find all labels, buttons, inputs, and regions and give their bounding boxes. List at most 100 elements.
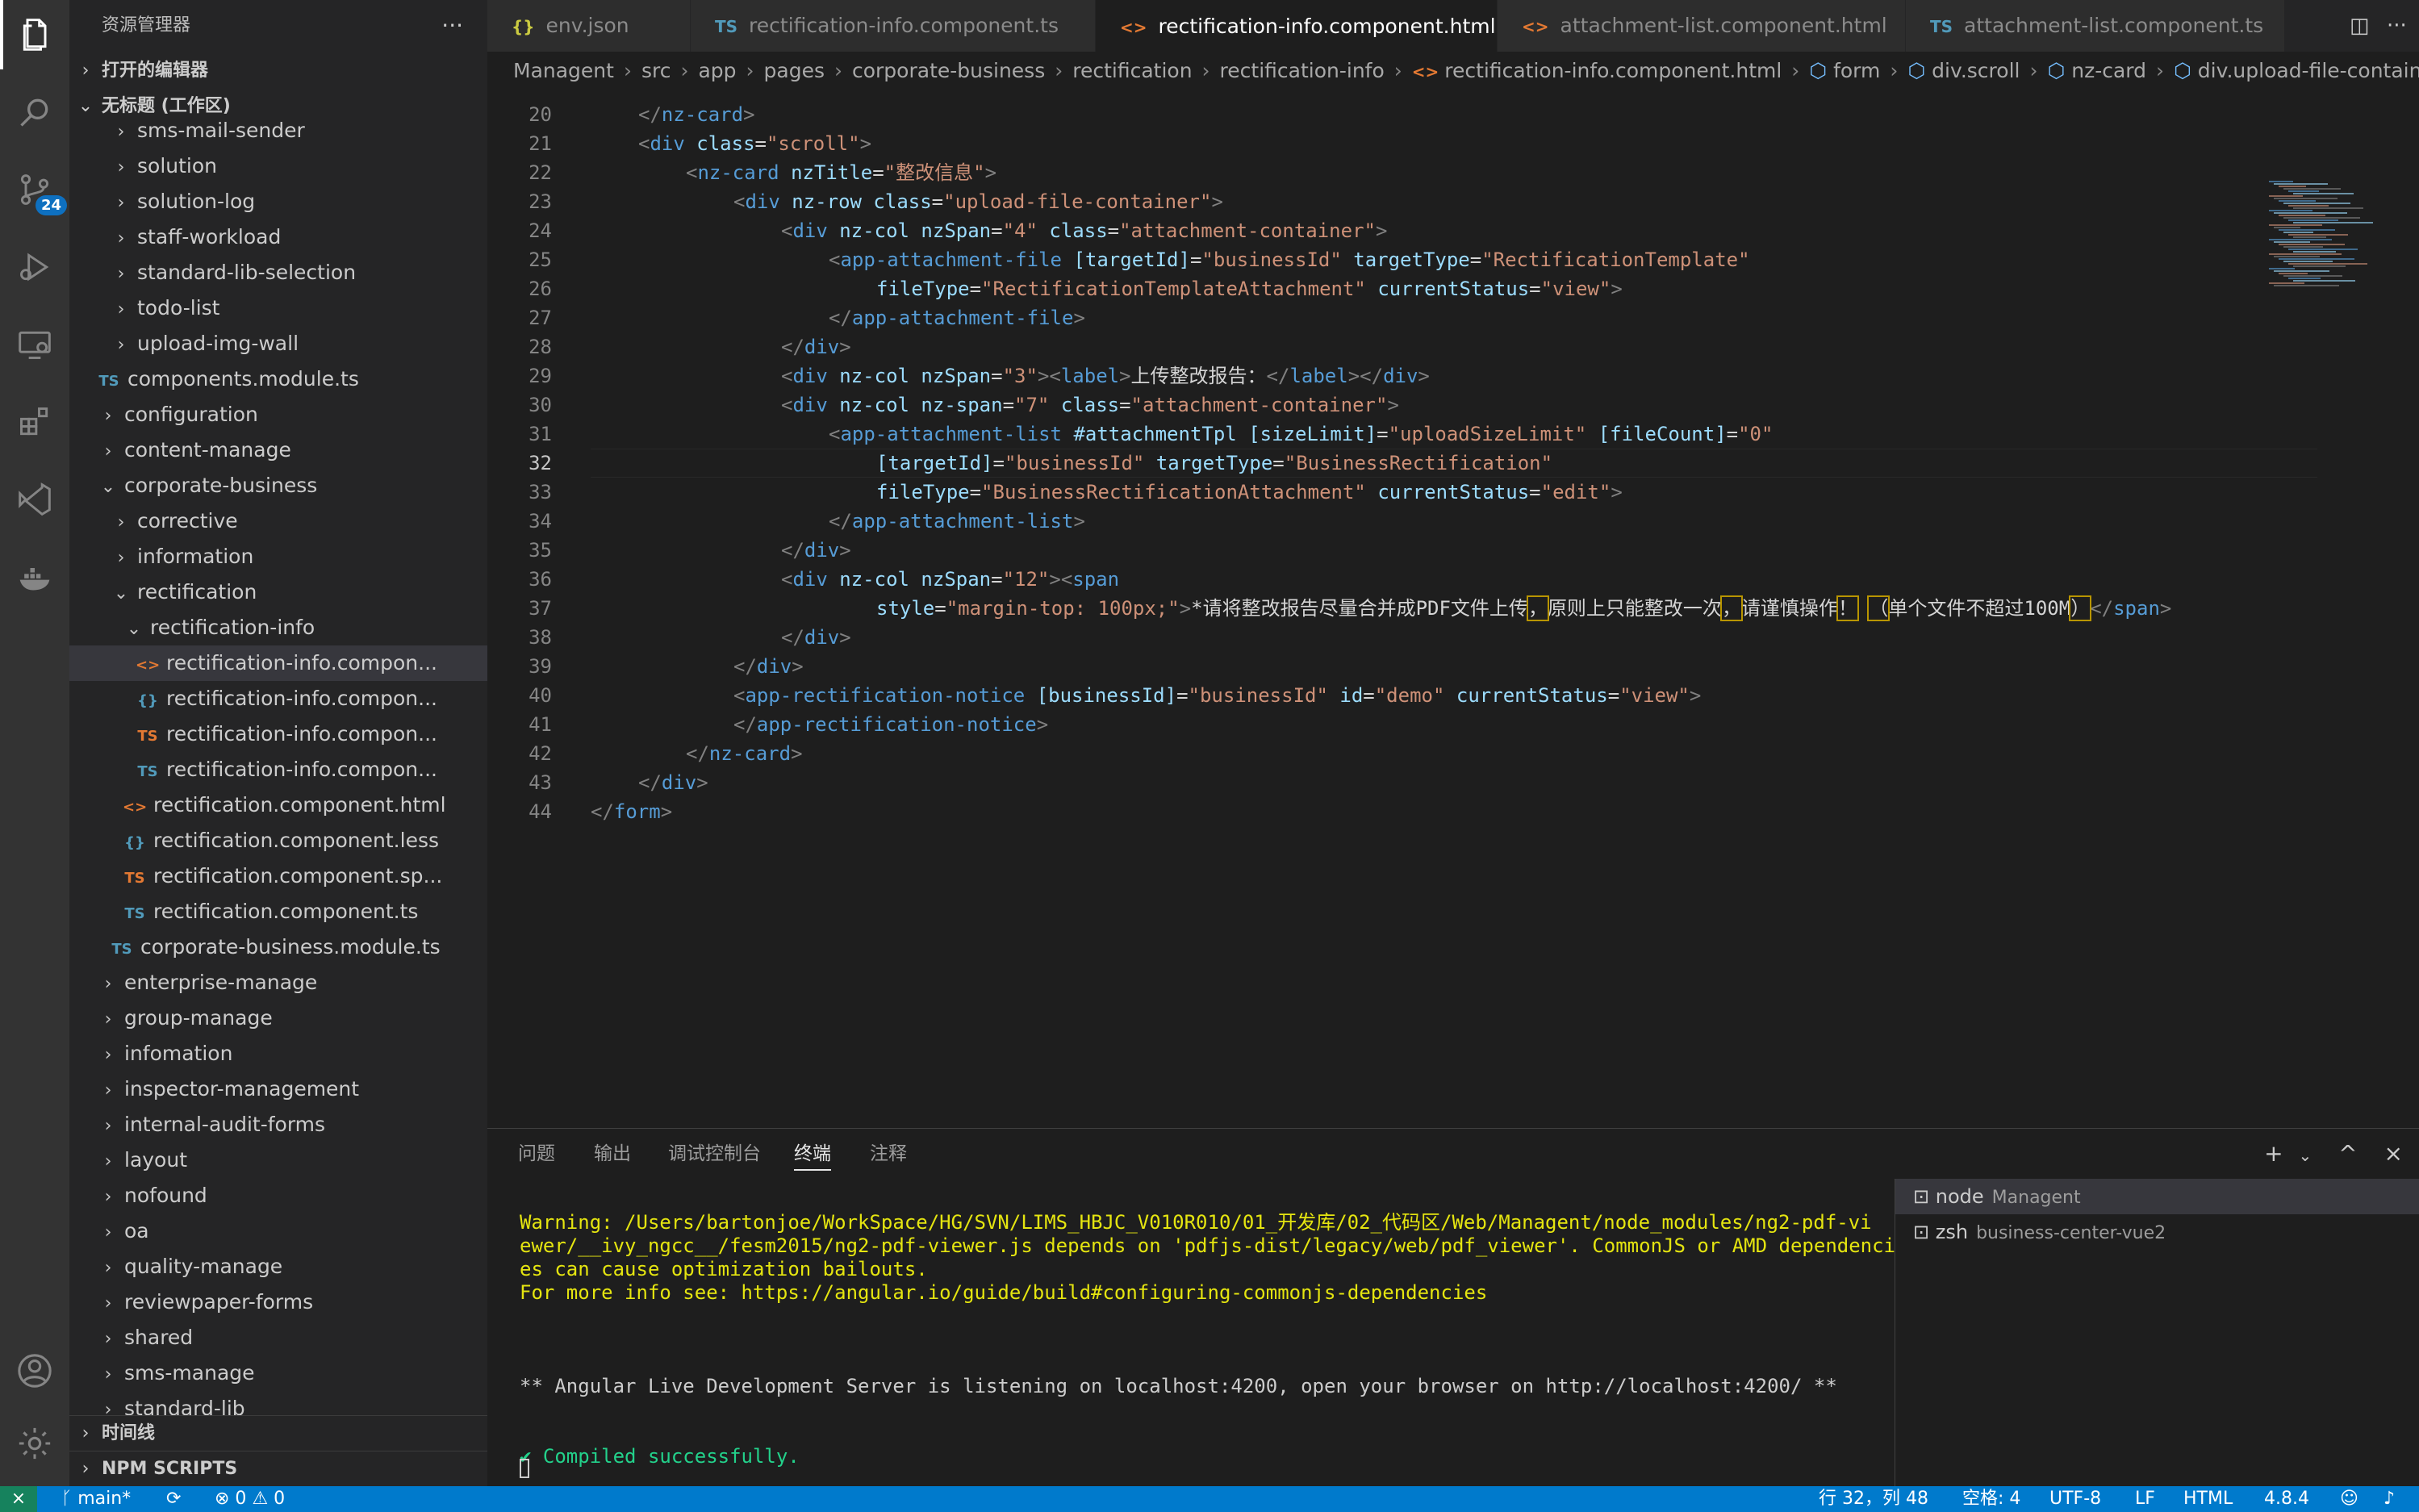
minimap[interactable] (2269, 181, 2374, 342)
sync-icon[interactable]: ⟳ (166, 1486, 181, 1512)
file-item[interactable]: TS corporate-business.module.ts (69, 929, 487, 965)
file-item[interactable]: {} rectification.component.less (69, 823, 487, 858)
folder-item[interactable]: › reviewpaper-forms (69, 1284, 487, 1320)
breadcrumb-item[interactable]: nz-card (2071, 59, 2146, 82)
folder-item[interactable]: › solution (69, 148, 487, 184)
extensions-activity[interactable] (0, 387, 69, 457)
terminal-icon: ⊡ (1913, 1221, 1936, 1243)
chevron-down-icon[interactable]: ⌄ (2298, 1146, 2312, 1165)
folder-item[interactable]: ⌄ rectification-info (69, 610, 487, 645)
breadcrumb-item[interactable]: rectification (1072, 59, 1192, 82)
file-item[interactable]: <> rectification.component.html (69, 787, 487, 823)
docker-activity[interactable] (0, 542, 69, 612)
run-debug-activity[interactable] (0, 232, 69, 302)
panel-tab[interactable]: 调试控制台 (668, 1129, 761, 1179)
ts-version[interactable]: 4.8.4 (2264, 1486, 2309, 1512)
folder-item[interactable]: ⌄ corporate-business (69, 468, 487, 503)
chevron-right-icon: › (117, 299, 125, 320)
more-actions-icon[interactable]: ··· (441, 0, 463, 52)
terminal-instance[interactable]: ⊡ node Managent (1895, 1179, 2419, 1214)
breadcrumb-item[interactable]: corporate-business (852, 59, 1045, 82)
folder-item[interactable]: › staff-workload (69, 219, 487, 255)
panel-tab[interactable]: 问题 (518, 1129, 555, 1179)
npm-scripts-section[interactable]: › NPM SCRIPTS (69, 1451, 487, 1486)
problems-indicator[interactable]: ⊗ 0 ⚠ 0 (215, 1486, 285, 1512)
remote-explorer-activity[interactable] (0, 310, 69, 379)
breadcrumb-item[interactable]: form (1833, 59, 1880, 82)
end-of-line[interactable]: LF (2135, 1486, 2155, 1512)
explorer-activity[interactable] (0, 0, 69, 69)
panel-tab[interactable]: 输出 (594, 1129, 631, 1179)
encoding[interactable]: UTF-8 (2049, 1486, 2101, 1512)
folder-item[interactable]: › layout (69, 1142, 487, 1178)
source-control-activity[interactable]: 24 (0, 155, 69, 224)
breadcrumb-item[interactable]: app (698, 59, 736, 82)
breadcrumb-item[interactable]: div.upload-file-containe (2198, 59, 2419, 82)
folder-item[interactable]: › upload-img-wall (69, 326, 487, 361)
folder-item[interactable]: › shared (69, 1320, 487, 1355)
folder-item[interactable]: › enterprise-manage (69, 965, 487, 1000)
close-panel-icon[interactable]: × (2384, 1140, 2403, 1167)
feedback-icon[interactable]: ☺ (2340, 1486, 2358, 1512)
branch-indicator[interactable]: ᚴ main* (61, 1486, 131, 1512)
notifications-icon[interactable]: ♪ (2383, 1486, 2395, 1512)
code-line: </div> (733, 655, 804, 678)
visual-studio-activity[interactable] (0, 465, 69, 534)
remote-indicator-icon[interactable]: × (0, 1486, 37, 1512)
folder-item[interactable]: › quality-manage (69, 1249, 487, 1284)
folder-item[interactable]: › todo-list (69, 290, 487, 326)
file-item[interactable]: TS rectification-info.compon... (69, 716, 487, 752)
breadcrumb-item[interactable]: pages (764, 59, 825, 82)
file-item[interactable]: <> rectification-info.compon... (69, 645, 487, 681)
folder-item[interactable]: › information (69, 539, 487, 574)
breadcrumb-item[interactable]: div.scroll (1932, 59, 2020, 82)
file-item[interactable]: TS rectification.component.sp... (69, 858, 487, 894)
new-terminal-icon[interactable]: + (2264, 1140, 2283, 1167)
folder-item[interactable]: › sms-mail-sender (69, 113, 487, 148)
breadcrumb-item[interactable]: rectification-info.component.html (1444, 59, 1782, 82)
folder-item[interactable]: › oa (69, 1213, 487, 1249)
split-editor-icon[interactable]: ◫ (2350, 0, 2370, 52)
folder-item[interactable]: › group-manage (69, 1000, 487, 1036)
folder-item[interactable]: › sms-manage (69, 1355, 487, 1391)
open-editors-section[interactable]: › 打开的编辑器 (69, 53, 487, 89)
editor-actions: ◫ ··· (2335, 0, 2419, 52)
panel-tab[interactable]: 终端 (794, 1129, 831, 1179)
language-mode[interactable]: HTML (2183, 1486, 2233, 1512)
search-activity[interactable] (0, 77, 69, 147)
breadcrumb-item[interactable]: src (641, 59, 671, 82)
element-symbol-icon: ⬡ (2174, 59, 2198, 82)
editor-tab[interactable]: TS rectification-info.component.ts (691, 0, 1096, 52)
folder-item[interactable]: › internal-audit-forms (69, 1107, 487, 1142)
file-item[interactable]: TS rectification-info.compon... (69, 752, 487, 787)
editor-tab[interactable]: {} env.json (487, 0, 691, 52)
editor-tab[interactable]: <> attachment-list.component.html (1498, 0, 1906, 52)
panel-tab[interactable]: 注释 (870, 1129, 907, 1179)
folder-item[interactable]: › infomation (69, 1036, 487, 1071)
folder-item[interactable]: › configuration (69, 397, 487, 432)
terminal-instance[interactable]: ⊡ zsh business-center-vue2 (1895, 1214, 2419, 1250)
maximize-panel-icon[interactable]: ^ (2338, 1140, 2357, 1167)
folder-item[interactable]: › solution-log (69, 184, 487, 219)
indentation[interactable]: 空格: 4 (1962, 1486, 2020, 1512)
file-item[interactable]: TS components.module.ts (69, 361, 487, 397)
manage-activity[interactable] (0, 1409, 69, 1478)
folder-item[interactable]: ⌄ rectification (69, 574, 487, 610)
editor-tab[interactable]: TS attachment-list.component.ts (1906, 0, 2285, 52)
folder-item[interactable]: › standard-lib-selection (69, 255, 487, 290)
file-item[interactable]: TS rectification.component.ts (69, 894, 487, 929)
breadcrumb-item[interactable]: Managent (513, 59, 614, 82)
code-editor[interactable]: 20 21 22 23 24 25 26 27 28 29 30 31 32 33 34 35 36 37 38 39… (487, 90, 2419, 1128)
folder-item[interactable]: › corrective (69, 503, 487, 539)
line-number: 30 (529, 394, 552, 416)
editor-tab[interactable]: <>rectification-info.component.html × (1096, 0, 1498, 52)
more-actions-icon[interactable]: ··· (2387, 0, 2407, 52)
file-item[interactable]: {} rectification-info.compon... (69, 681, 487, 716)
timeline-section[interactable]: › 时间线 (69, 1415, 487, 1451)
account-activity[interactable] (0, 1336, 69, 1405)
cursor-position[interactable]: 行 32，列 48 (1819, 1486, 1928, 1512)
folder-item[interactable]: › nofound (69, 1178, 487, 1213)
folder-item[interactable]: › inspector-management (69, 1071, 487, 1107)
folder-item[interactable]: › content-manage (69, 432, 487, 468)
breadcrumb-item[interactable]: rectification-info (1220, 59, 1385, 82)
